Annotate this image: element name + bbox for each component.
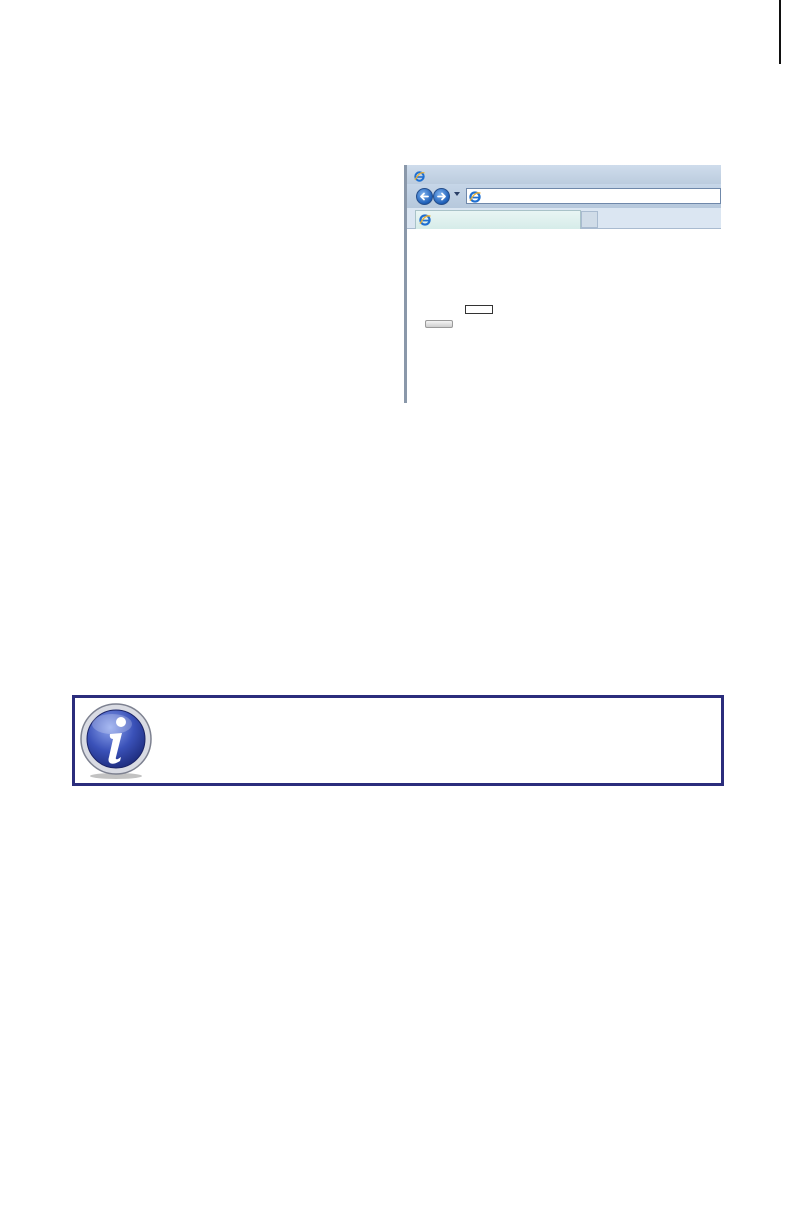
text-field[interactable]	[465, 305, 493, 314]
browser-tab[interactable]	[415, 210, 581, 229]
title-bar	[407, 165, 721, 184]
note-box	[72, 695, 724, 786]
back-arrow-icon	[420, 192, 429, 201]
new-tab-button[interactable]	[581, 211, 598, 228]
browser-window-screenshot	[404, 165, 721, 403]
navigation-bar	[407, 184, 721, 208]
address-bar[interactable]	[466, 188, 721, 204]
forward-button[interactable]	[433, 188, 450, 205]
info-icon	[80, 703, 152, 779]
form-button[interactable]	[425, 320, 453, 328]
page-content	[407, 229, 721, 403]
page-edge-rule	[779, 0, 781, 64]
ie-logo-icon	[469, 190, 481, 208]
forward-arrow-icon	[437, 192, 446, 201]
tab-strip	[407, 208, 721, 229]
chevron-down-icon[interactable]	[454, 192, 460, 196]
back-button[interactable]	[416, 188, 433, 205]
